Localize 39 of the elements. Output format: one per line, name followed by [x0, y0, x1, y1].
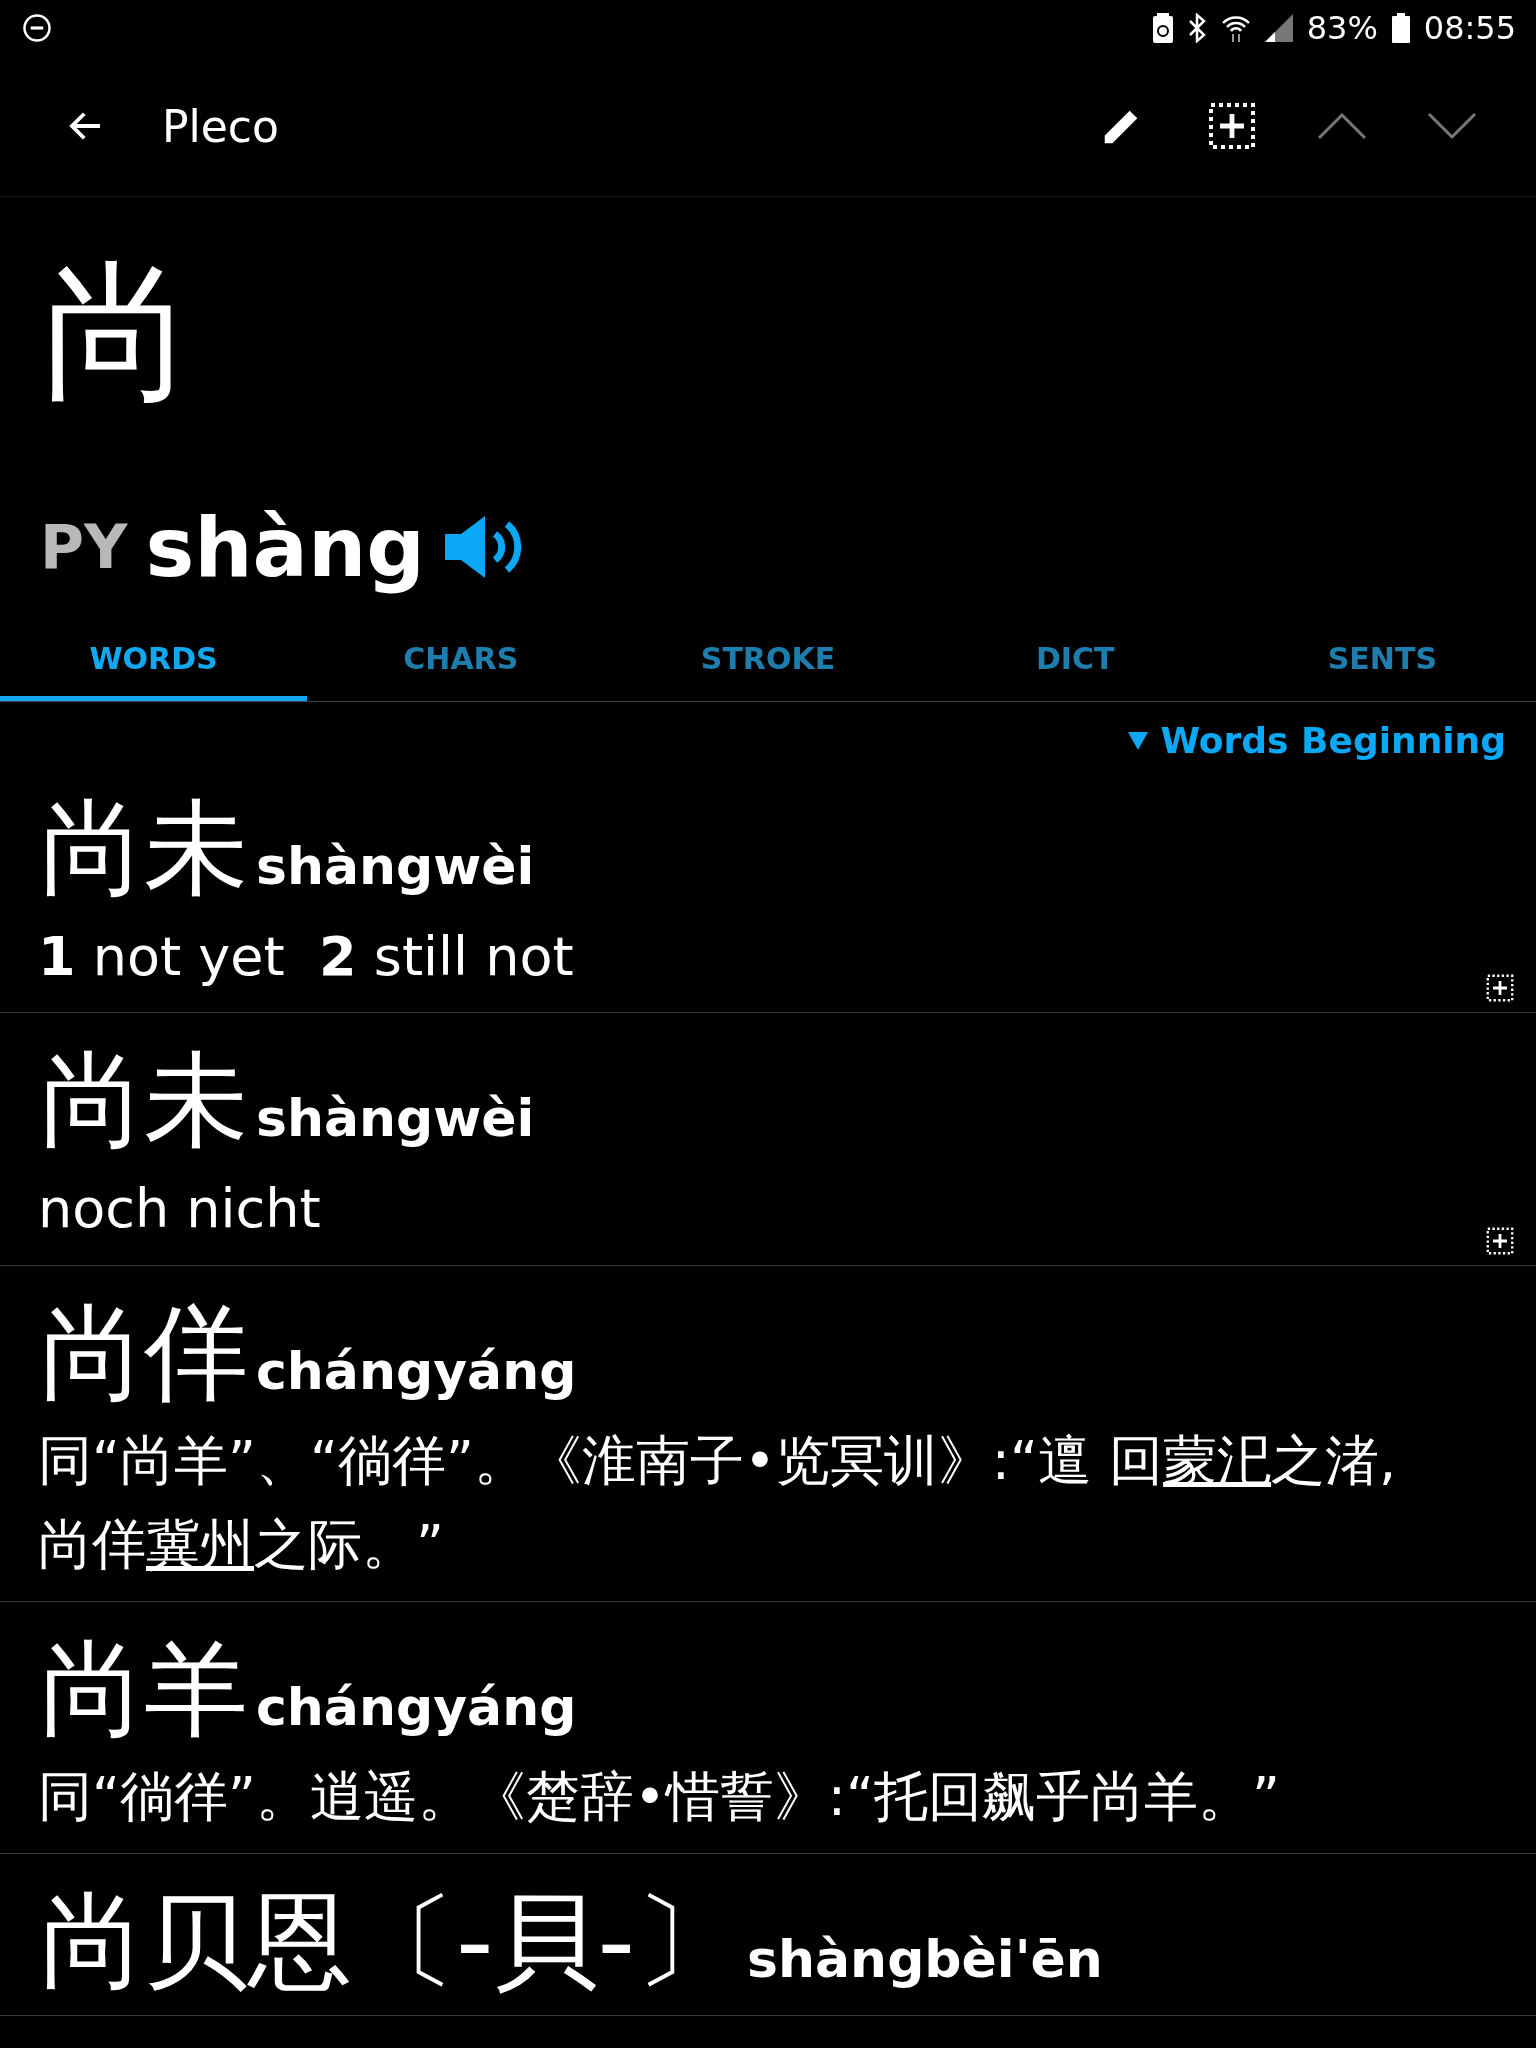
entry-definition: 同“尚羊”、“徜徉”。《淮南子•览冥训》:“邅 回蒙汜之渚,尚佯冀州之际。” [38, 1428, 1398, 1578]
headword-character: 尚 [42, 245, 192, 419]
filter-dropdown[interactable]: Words Beginning [1128, 720, 1506, 761]
entry-hanzi[interactable]: 尚贝恩〔-貝-〕 [40, 1881, 740, 2002]
signal-icon [1264, 14, 1293, 42]
do-not-disturb-icon [22, 13, 52, 43]
battery-saver-icon [1152, 13, 1173, 43]
dotted-plus-icon [1208, 102, 1256, 150]
clock: 08:55 [1423, 9, 1516, 47]
tab[interactable]: SENTS [1228, 621, 1536, 701]
entry-pinyin: shàngbèi'ēn [747, 1928, 1103, 1989]
app-title: Pleco [162, 100, 279, 152]
tab[interactable]: DICT [921, 621, 1229, 701]
add-flashcard-button[interactable] [1206, 100, 1258, 152]
tab[interactable]: WORDS [0, 621, 308, 701]
battery-percent: 83% [1306, 9, 1378, 47]
entry-hanzi[interactable]: 尚未 [40, 789, 248, 909]
definition-link[interactable]: 蒙汜 [1163, 1429, 1272, 1493]
battery-icon [1391, 13, 1410, 43]
headword-pinyin: shàng [145, 499, 425, 595]
entry-pinyin: shàngwèi [256, 836, 535, 896]
entry-definition: 同“徜徉”。逍遥。《楚辞•惜誓》:“托回飙乎尚羊。” [38, 1764, 1280, 1831]
triangle-icon [1128, 731, 1149, 750]
entry-hanzi[interactable]: 尚佯 [40, 1293, 248, 1414]
dotted-plus-icon[interactable] [1486, 1226, 1514, 1255]
wifi-icon [1220, 13, 1251, 43]
entry-hanzi[interactable]: 尚羊 [40, 1629, 248, 1750]
tab[interactable]: STROKE [614, 621, 922, 701]
entry-pinyin: chángyáng [256, 1340, 577, 1401]
entry-definition: 1 not yet 2 still not [38, 923, 574, 990]
entry-pinyin: shàngwèi [256, 1088, 535, 1149]
entry-pinyin: chángyáng [256, 1676, 577, 1737]
romanization-label: PY [40, 512, 128, 582]
entry-definition: noch nicht [38, 1175, 321, 1242]
tab[interactable]: CHARS [307, 621, 615, 701]
dotted-plus-icon[interactable] [1486, 974, 1514, 1003]
entry-hanzi[interactable]: 尚未 [40, 1041, 248, 1161]
definition-link[interactable]: 冀州 [146, 1512, 254, 1576]
bluetooth-icon [1186, 13, 1207, 43]
